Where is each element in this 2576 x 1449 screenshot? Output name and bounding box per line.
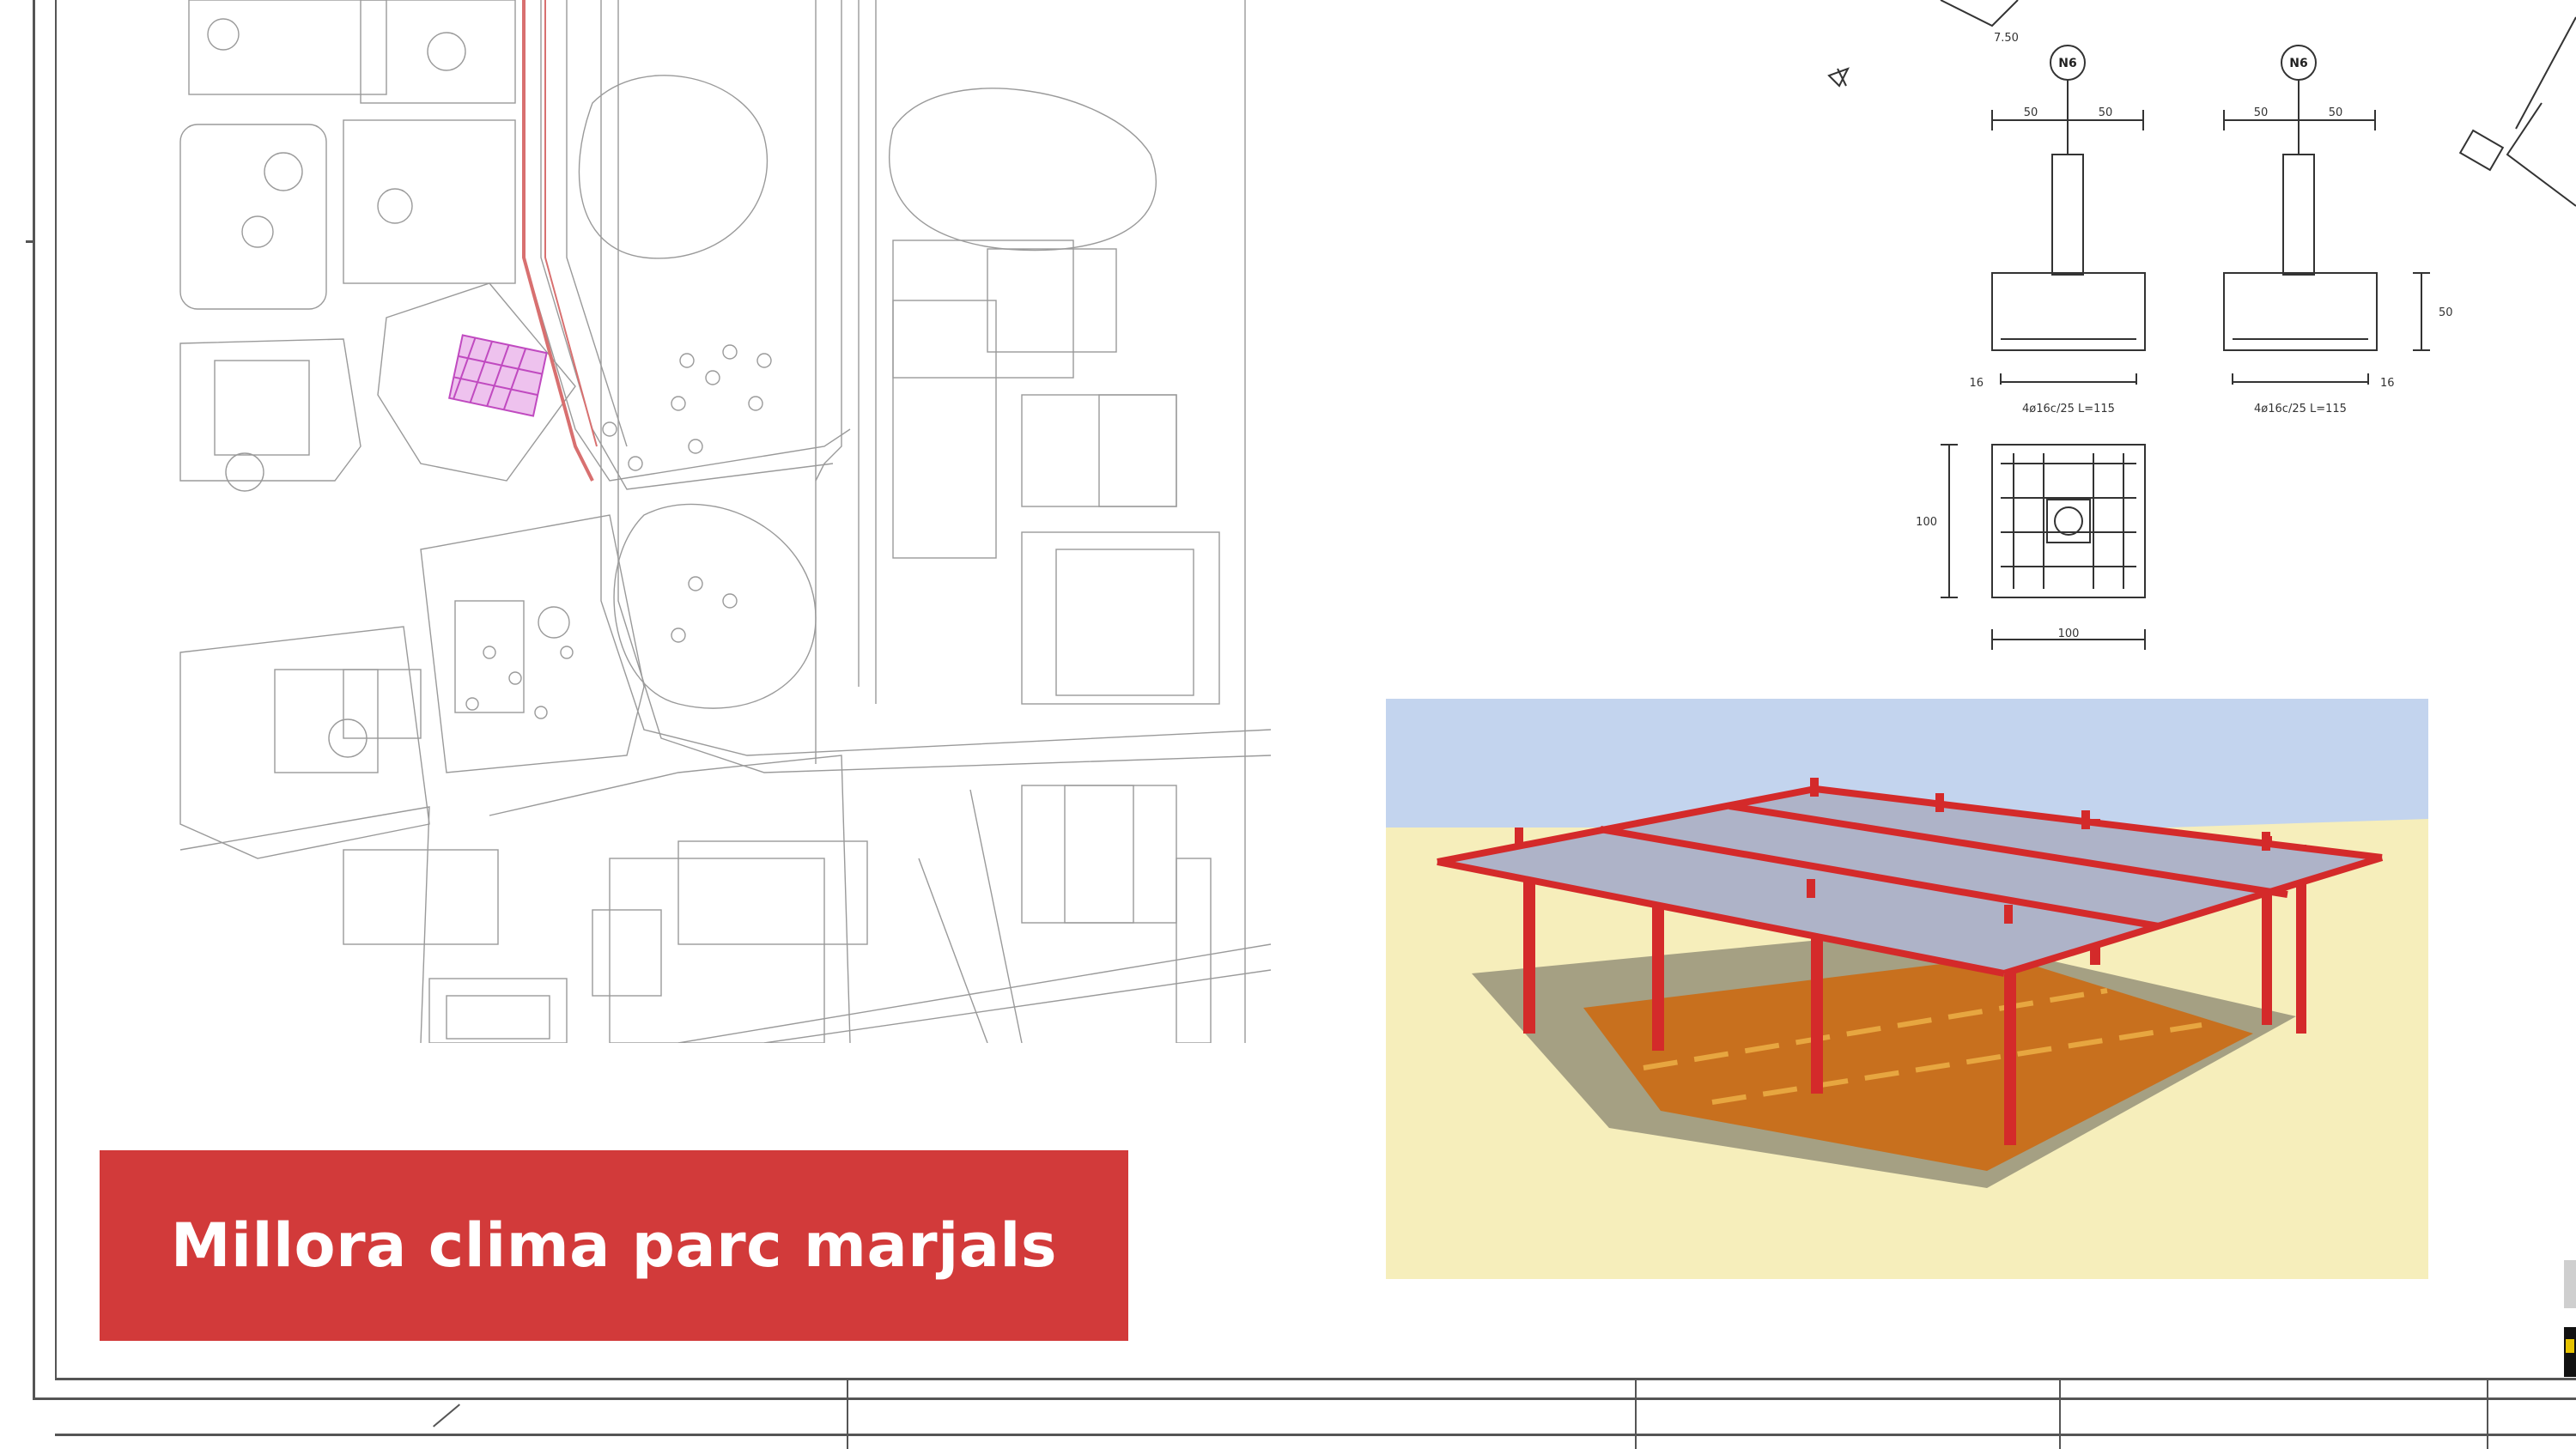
building xyxy=(214,360,310,456)
edge-fragment xyxy=(2564,1260,2576,1308)
rebar-label: 4ø16c/25 L=115 xyxy=(2022,403,2115,415)
building xyxy=(609,858,825,1043)
building xyxy=(1021,785,1177,924)
dimension-label: 50 xyxy=(2439,306,2453,319)
dimension-label: 50 xyxy=(2329,106,2343,119)
frame-left-border xyxy=(33,0,35,1399)
rebar-label: 4ø16c/25 L=115 xyxy=(2254,403,2347,415)
canopy-location-highlight xyxy=(448,334,548,417)
frame-divider-3 xyxy=(2059,1380,2061,1449)
tree-symbol xyxy=(225,452,264,492)
city-block xyxy=(179,626,430,859)
foundation-details-drawing: N6 N6 50 50 50 50 50 16 16 4ø16c/25 L=11… xyxy=(1827,0,2576,650)
footing-elevation-left xyxy=(1991,45,2146,385)
city-block xyxy=(360,0,516,104)
dimension-label: 7.50 xyxy=(1994,32,2019,45)
partial-detail xyxy=(1940,0,2019,27)
city-block xyxy=(188,0,387,95)
site-plan-map xyxy=(179,0,1271,1043)
building xyxy=(892,239,1074,379)
city-block xyxy=(343,119,516,284)
dimension-label: 100 xyxy=(1916,516,1937,529)
frame-divider-1 xyxy=(847,1380,848,1449)
frame-inner-left-border xyxy=(55,0,57,1380)
page-title: Millora clima parc marjals xyxy=(170,1210,1058,1281)
dimension-label: 50 xyxy=(2024,106,2038,119)
dimension-label: 50 xyxy=(2254,106,2269,119)
footing-plan xyxy=(1941,444,2146,650)
park-area xyxy=(578,75,769,259)
axis-bubble-label: N6 xyxy=(2289,57,2307,70)
dimension-label: 16 xyxy=(2380,377,2395,390)
building xyxy=(892,300,997,559)
sports-court xyxy=(1021,531,1220,705)
dimension-label: 50 xyxy=(2099,106,2113,119)
frame-slash xyxy=(433,1404,460,1428)
frame-bottom-border xyxy=(55,1378,2576,1380)
dimension-label: 100 xyxy=(2058,627,2080,640)
axis-bubble-label: N6 xyxy=(2058,57,2076,70)
edge-fragment-yellow xyxy=(2566,1339,2574,1353)
frame-divider-2 xyxy=(1635,1380,1637,1449)
building xyxy=(343,849,499,945)
frame-divider-4 xyxy=(2487,1380,2488,1449)
frame-sheet-bottom xyxy=(55,1434,2576,1436)
dimension-label: 16 xyxy=(1969,377,1984,390)
frame-outer-bottom-border xyxy=(33,1397,2576,1400)
frame-tick xyxy=(26,240,34,243)
park-area xyxy=(613,503,817,709)
title-banner: Millora clima parc marjals xyxy=(100,1150,1128,1341)
city-block xyxy=(420,514,645,773)
footing-elevation-right xyxy=(2223,45,2430,385)
park-area xyxy=(889,88,1157,252)
canopy-3d-render xyxy=(1386,699,2428,1279)
